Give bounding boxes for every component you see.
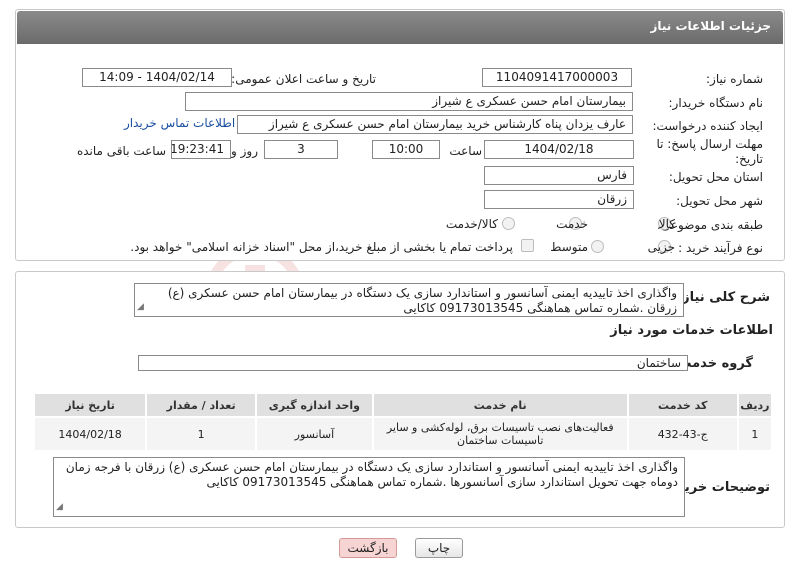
cell-row: 1: [736, 416, 774, 452]
creator-field: عارف یزدان پناه کارشناس خرید بیمارستان ا…: [237, 115, 633, 134]
cell-quantity: 1: [145, 416, 258, 452]
province-label: استان محل تحویل:: [668, 170, 763, 184]
col-row: ردیف: [736, 392, 774, 418]
province-field: فارس: [484, 166, 634, 185]
creator-label: ایجاد کننده درخواست:: [652, 119, 763, 133]
col-unit: واحد اندازه گیری: [255, 392, 374, 418]
deadline-time-field: 10:00: [372, 140, 440, 159]
cell-service-name: فعالیت‌های نصب تاسیسات برق، لوله‌کشی و س…: [371, 416, 629, 452]
treasury-payment-note: پرداخت تمام یا بخشی از مبلغ خرید،از محل …: [130, 240, 513, 254]
services-table-header: ردیف کد خدمت نام خدمت واحد اندازه گیری ت…: [32, 392, 774, 418]
buyer-contact-link[interactable]: اطلاعات تماس خریدار: [124, 116, 235, 130]
page-title: جزئیات اطلاعات نیاز: [650, 19, 771, 33]
deadline-time-label: ساعت: [449, 144, 482, 158]
description-content: واگذاری اخذ تاییدیه ایمنی آسانسور و استا…: [167, 286, 677, 315]
col-quantity: تعداد / مقدار: [145, 392, 258, 418]
time-remaining-field: 19:23:41: [171, 140, 231, 159]
cell-need-date: 1404/02/18: [32, 416, 148, 452]
cell-service-code: ج-43-432: [626, 416, 739, 452]
col-service-name: نام خدمت: [371, 392, 629, 418]
process-medium-radio[interactable]: [591, 240, 604, 253]
time-remaining-label: ساعت باقی مانده: [76, 144, 166, 158]
panel-titlebar: جزئیات اطلاعات نیاز: [17, 11, 783, 44]
category-service-label: خدمت: [556, 217, 588, 231]
buyer-notes-content: واگذاری اخذ تاییدیه ایمنی آسانسور و استا…: [65, 460, 678, 489]
city-label: شهر محل تحویل:: [676, 194, 763, 208]
process-minor-label: جزیی: [647, 240, 675, 254]
description-text: واگذاری اخذ تاییدیه ایمنی آسانسور و استا…: [134, 283, 684, 317]
announce-date-field: 1404/02/14 - 14:09: [82, 68, 232, 87]
deadline-date-field: 1404/02/18: [484, 140, 634, 159]
process-medium-label: متوسط: [550, 240, 588, 254]
buyer-notes-text: واگذاری اخذ تاییدیه ایمنی آسانسور و استا…: [53, 457, 685, 517]
description-label: شرح کلی نیاز:: [676, 290, 770, 305]
days-label: روز و: [231, 144, 258, 158]
col-service-code: کد خدمت: [626, 392, 739, 418]
table-row: 1 ج-43-432 فعالیت‌های نصب تاسیسات برق، ل…: [32, 416, 774, 452]
resize-grip-icon[interactable]: ◢: [56, 500, 63, 515]
back-button[interactable]: بازگشت: [339, 538, 397, 558]
category-goods-service-label: کالا/خدمت: [445, 217, 498, 231]
treasury-payment-checkbox[interactable]: [521, 239, 534, 252]
city-field: زرقان: [484, 190, 634, 209]
services-section-title: اطلاعات خدمات مورد نیاز: [610, 323, 773, 338]
services-table: ردیف کد خدمت نام خدمت واحد اندازه گیری ت…: [32, 392, 774, 452]
cell-unit: آسانسور: [255, 416, 374, 452]
need-number-field: 1104091417000003: [482, 68, 632, 87]
print-button[interactable]: چاپ: [415, 538, 463, 558]
need-number-label: شماره نیاز:: [706, 72, 763, 86]
announce-date-label: تاریخ و ساعت اعلان عمومی:: [231, 72, 376, 86]
buyer-org-label: نام دستگاه خریدار:: [668, 96, 764, 110]
col-need-date: تاریخ نیاز: [32, 392, 148, 418]
resize-grip-icon[interactable]: ◢: [137, 300, 144, 315]
service-group-field: ساختمان: [138, 355, 688, 371]
category-goods-label: کالا: [658, 217, 675, 231]
deadline-label: مهلت ارسال پاسخ: تا تاریخ:: [656, 137, 763, 166]
category-goods-service-radio[interactable]: [502, 217, 515, 230]
buyer-org-field: بیمارستان امام حسن عسکری ع شیراز: [185, 92, 633, 111]
process-type-label: نوع فرآیند خرید :: [678, 241, 763, 255]
days-remaining-field: 3: [264, 140, 338, 159]
